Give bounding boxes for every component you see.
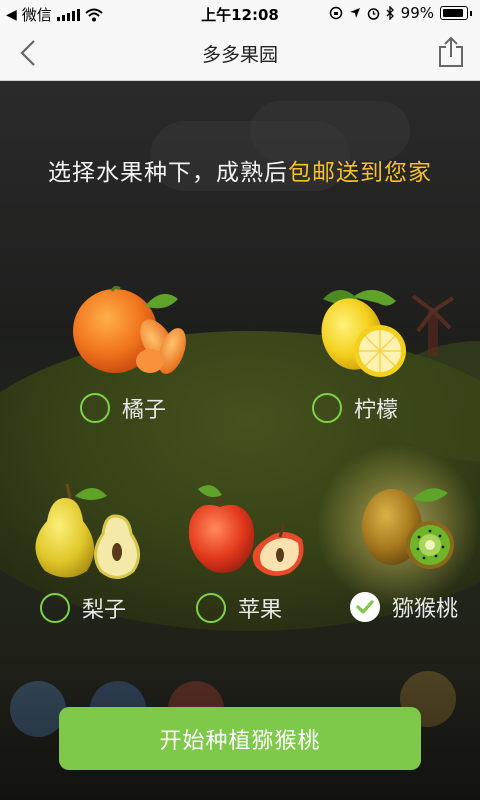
battery-tip [470,10,472,16]
radio-button-checked[interactable] [350,592,380,622]
fruit-label: 苹果 [238,598,283,623]
status-right: 99% [329,4,472,22]
start-planting-button[interactable]: 开始种植猕猴桃 [59,707,421,770]
tangerine-icon[interactable] [70,281,195,381]
fruit-label: 猕猴桃 [392,597,459,622]
headline-prefix: 选择水果种下，成熟后 [48,160,288,186]
radio-button[interactable] [312,393,342,423]
rotation-lock-icon [329,6,342,20]
radio-button[interactable] [196,593,226,623]
fruit-option-kiwi[interactable]: 猕猴桃 [350,591,458,623]
kiwi-icon[interactable] [358,481,458,576]
radio-button[interactable] [80,393,110,423]
fruit-label: 橘子 [122,398,167,423]
headline: 选择水果种下，成熟后包邮送到您家 [0,153,480,187]
battery-percent: 99% [400,4,434,22]
status-bar: ◀ 微信 上午12:08 99% [0,0,480,26]
checkmark-icon [356,600,374,614]
background-cloud [250,101,410,161]
pear-icon[interactable] [25,476,150,586]
fruit-option-lemon[interactable]: 柠檬 [312,392,398,424]
nav-bar: 多多果园 [0,26,480,81]
lemon-icon[interactable] [318,279,413,379]
alarm-icon [367,7,379,20]
fruit-option-pear[interactable]: 梨子 [40,592,126,624]
headline-highlight: 包邮送到您家 [288,160,432,186]
fruit-label: 梨子 [82,598,127,623]
location-icon [349,8,360,18]
bluetooth-icon [386,6,394,20]
share-icon[interactable] [436,36,466,68]
apple-icon[interactable] [180,481,310,581]
battery-icon [440,6,468,20]
radio-button[interactable] [40,593,70,623]
orchard-scene: 选择水果种下，成熟后包邮送到您家 橘子 柠檬 梨子 苹果 猕猴桃 [0,81,480,800]
app-root: ◀ 微信 上午12:08 99% 多多果园 选择水果种下，成熟后包邮送到您家 橘… [0,0,480,800]
fruit-label: 柠檬 [354,398,399,423]
page-title: 多多果园 [201,44,278,66]
windmill-icon [411,294,455,356]
fruit-option-apple[interactable]: 苹果 [196,592,282,624]
fruit-option-tangerine[interactable]: 橘子 [80,392,166,424]
